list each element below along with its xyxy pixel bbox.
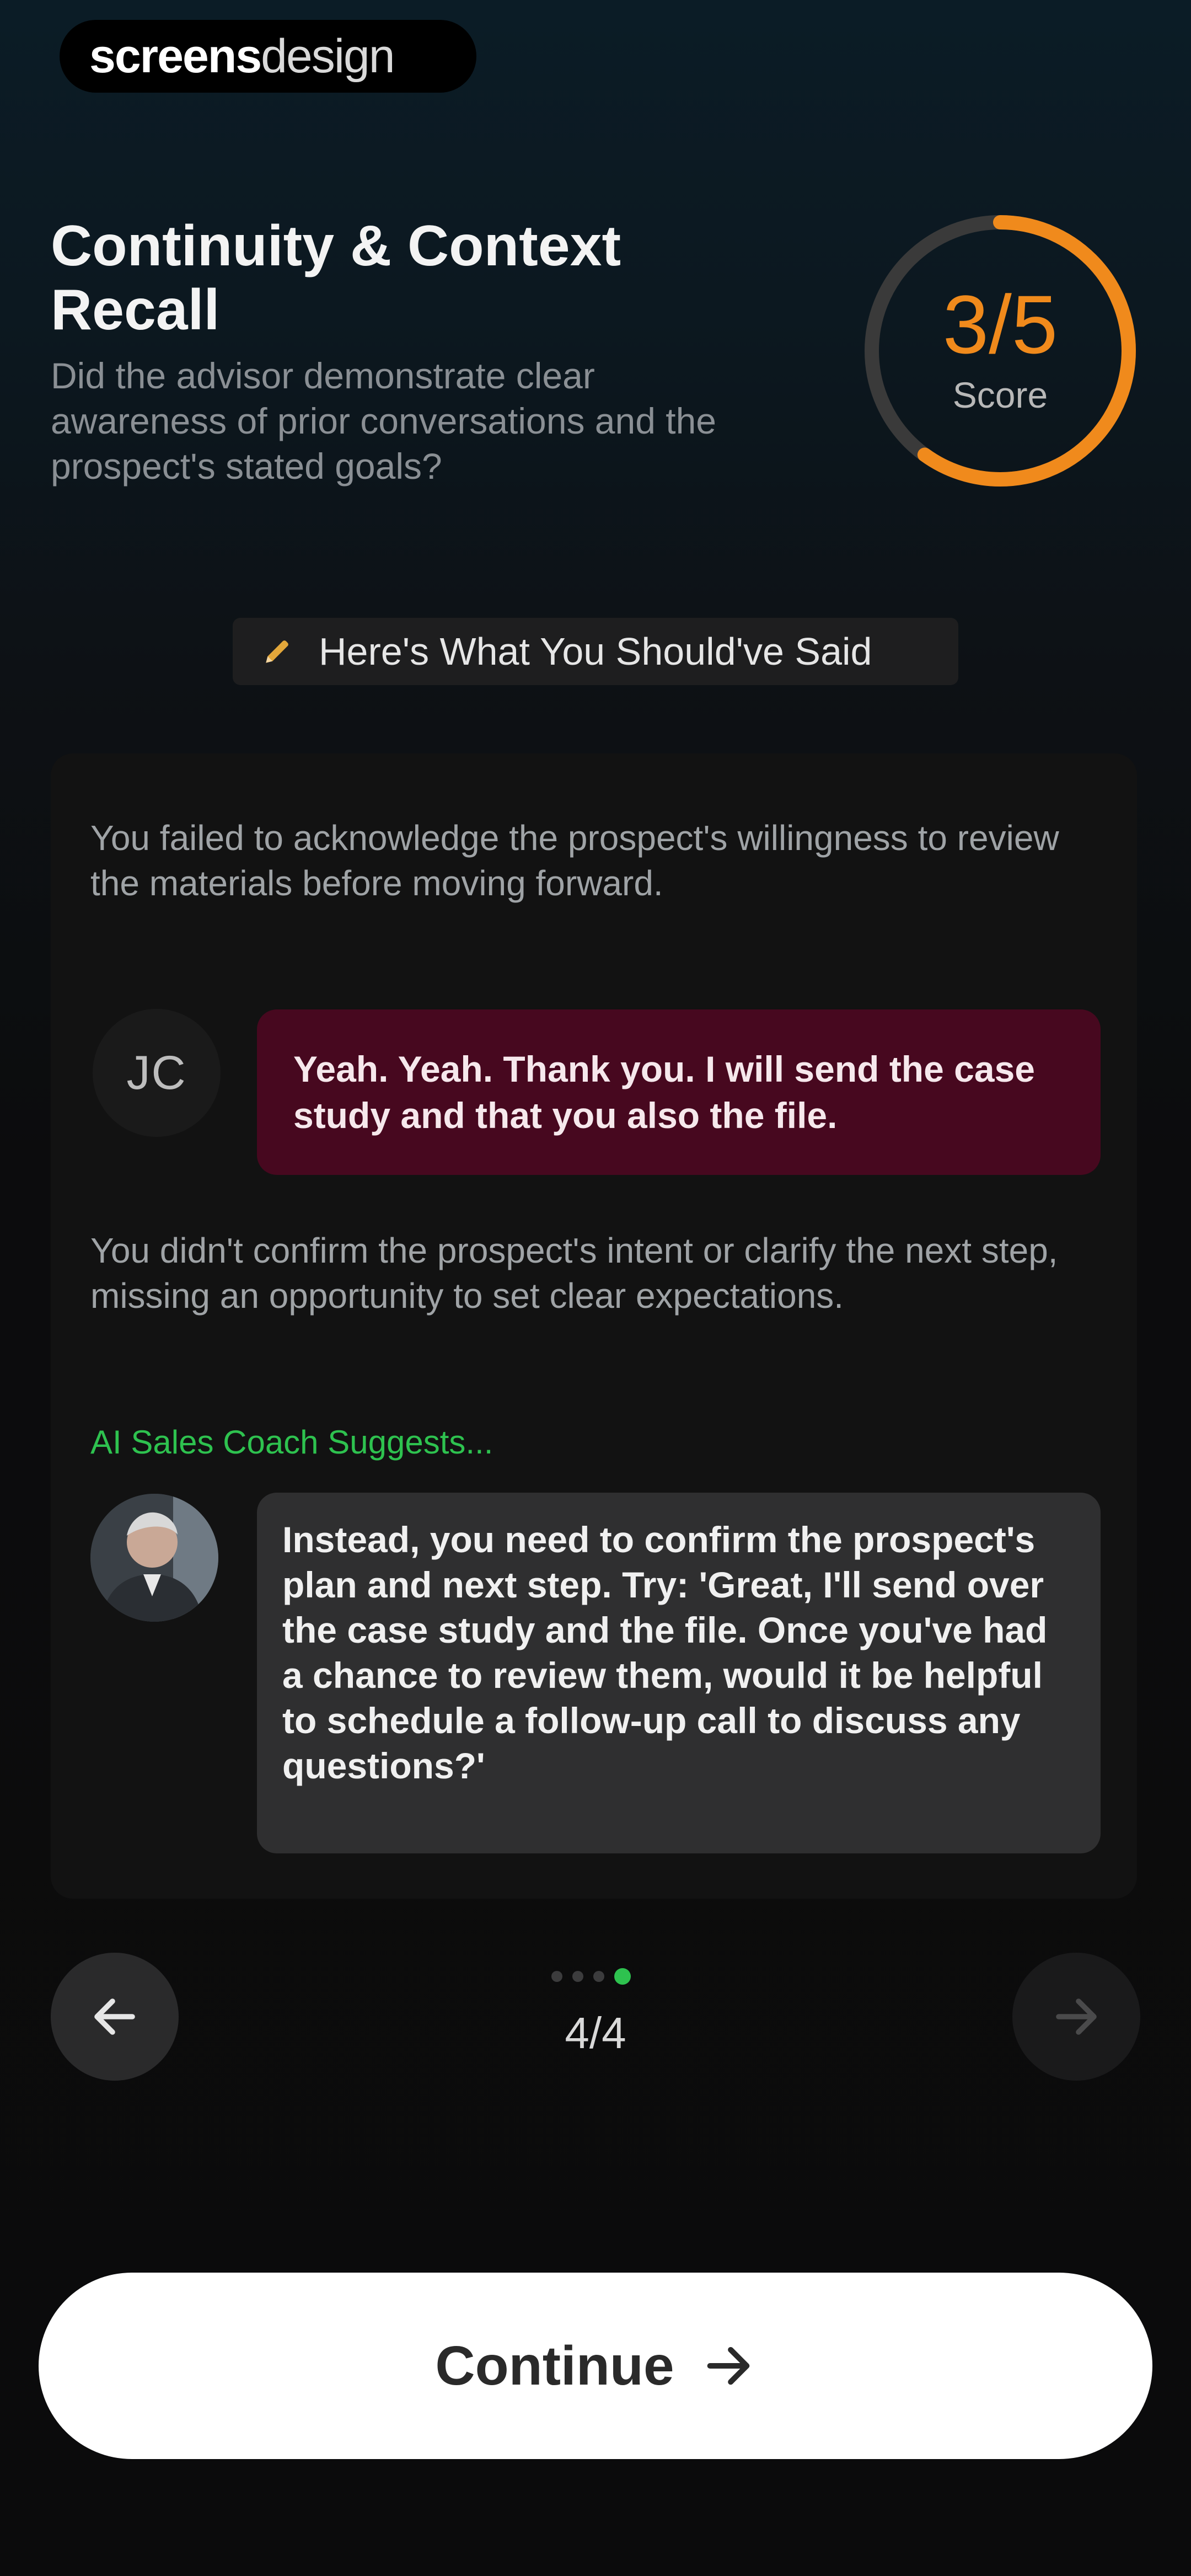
next-button[interactable] (1012, 1953, 1140, 2081)
user-message-bubble: Yeah. Yeah. Thank you. I will send the c… (257, 1009, 1101, 1175)
arrow-right-icon (707, 2347, 749, 2385)
continue-button[interactable]: Continue (39, 2273, 1152, 2459)
suggestion-chip-label: Here's What You Should've Said (319, 630, 872, 673)
screen: screens design Continuity & Context Recal… (0, 0, 1191, 2576)
pencil-icon (266, 640, 288, 663)
suggestion-chip: Here's What You Should've Said (233, 618, 958, 685)
score-value: 3/5 (942, 278, 1058, 371)
pager-text: 4/4 (565, 2008, 626, 2057)
user-avatar: JC (93, 1009, 221, 1137)
page-subtitle: Did the advisor demonstrate clear awaren… (51, 355, 717, 487)
pager-dot (572, 1971, 583, 1982)
brand-logo-part2: design (261, 29, 395, 83)
previous-button[interactable] (51, 1953, 179, 2081)
coach-avatar (90, 1494, 218, 1622)
coach-portrait-icon (90, 1494, 218, 1622)
page-title: Continuity & Context Recall (51, 214, 621, 342)
feedback-text-2: You didn't confirm the prospect's intent… (90, 1231, 1058, 1316)
pager-dots (551, 1968, 631, 1985)
continue-button-label: Continue (435, 2334, 674, 2397)
pager-dot-active (614, 1968, 631, 1985)
arrow-left-icon (94, 1998, 135, 2035)
pager-dot (593, 1971, 604, 1982)
coach-label: AI Sales Coach Suggests... (90, 1424, 493, 1461)
brand-logo: screens design (60, 20, 476, 93)
feedback-card: You failed to acknowledge the prospect's… (51, 753, 1137, 1899)
brand-logo-part1: screens (89, 29, 262, 83)
arrow-right-icon (1056, 1998, 1097, 2035)
coach-message-bubble: Instead, you need to confirm the prospec… (257, 1493, 1101, 1853)
score-label: Score (952, 375, 1048, 415)
feedback-text-1: You failed to acknowledge the prospect's… (90, 818, 1059, 903)
score-ring: 3/5 Score (858, 209, 1142, 493)
pager-dot (551, 1971, 562, 1982)
